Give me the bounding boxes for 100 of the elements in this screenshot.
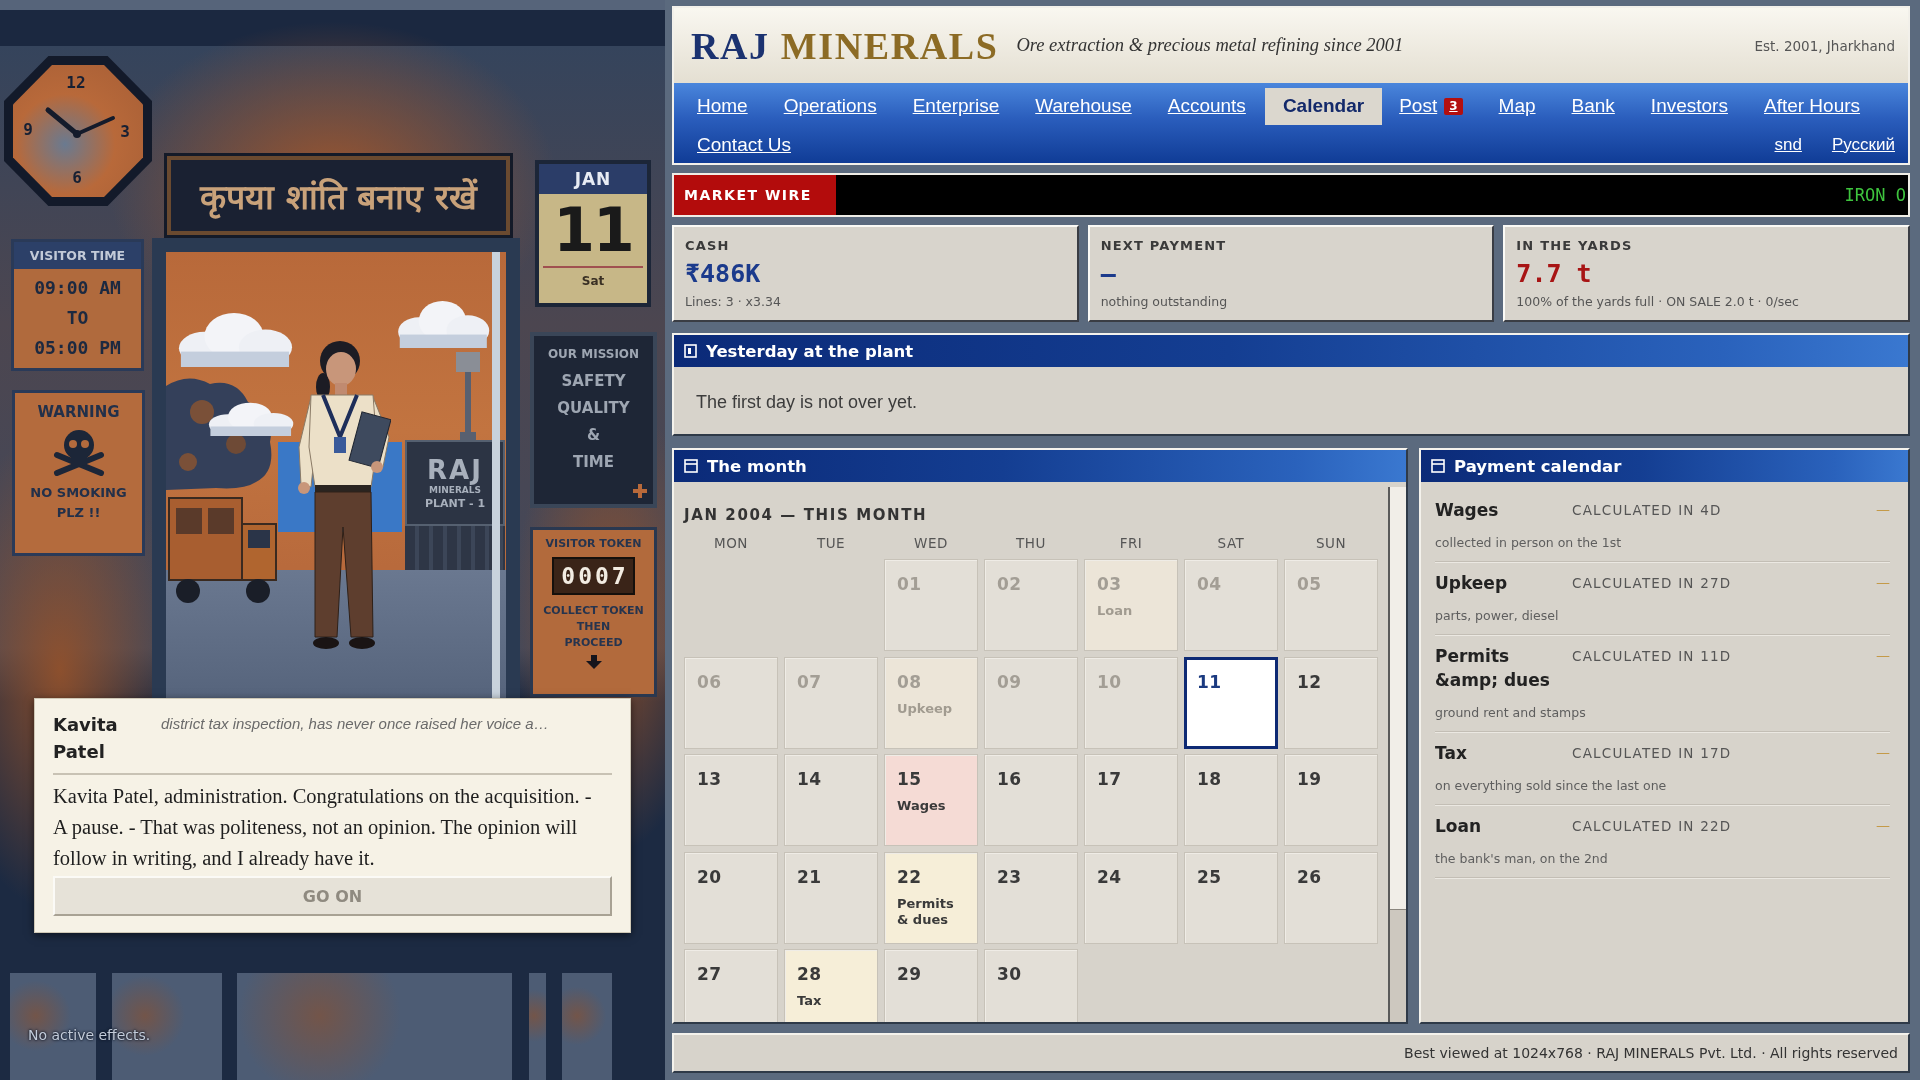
clock-numeral: 6 (72, 169, 82, 187)
payment-note: ground rent and stamps (1435, 704, 1586, 722)
payment-name: Loan (1435, 815, 1483, 838)
sign-text: & (586, 425, 601, 446)
panel-title: The month (707, 456, 807, 476)
day-number: 30 (997, 964, 1022, 984)
day-number: 08 (897, 671, 922, 692)
page-icon (684, 344, 697, 358)
clock-numeral: 12 (66, 74, 86, 92)
sign-text: TO (66, 306, 89, 330)
established-text: Est. 2001, Jharkhand (1754, 37, 1895, 54)
token-counter: 0007 (552, 557, 635, 595)
day-number: 16 (997, 769, 1022, 789)
day-number: 06 (697, 671, 722, 692)
weekday-label: SAT (1217, 534, 1245, 552)
sign-text: 09:00 AM (34, 276, 121, 300)
sign-text: 05:00 PM (34, 336, 121, 360)
sign-title: WARNING (37, 403, 120, 421)
day-number: 25 (1197, 866, 1222, 887)
speaker-name: Kavita Patel (53, 713, 119, 764)
footer-text: Best viewed at 1024x768 · RAJ MINERALS Pvt. Ltd. · All rights reserved (1404, 1045, 1898, 1061)
weekday-label: WED (914, 534, 948, 552)
stat-value: ₹486K (685, 259, 761, 289)
nav-link[interactable]: Investors (1633, 87, 1747, 125)
language-link[interactable]: Русский (1831, 134, 1895, 155)
down-arrow-icon (585, 655, 602, 669)
sign-text: PLANT - 1 (424, 495, 486, 511)
nav-link[interactable]: Warehouse (1018, 87, 1151, 125)
scrollbar-thumb[interactable] (1390, 909, 1406, 1022)
nav-link[interactable]: After Hours (1746, 87, 1880, 125)
weekday-label: SUN (1315, 534, 1347, 552)
calendar-day: 11 (553, 194, 633, 266)
panel-title: Payment calendar (1454, 456, 1622, 476)
day-number: 01 (897, 574, 922, 594)
stat-value: 7.7 t (1516, 259, 1592, 289)
calendar-month: JAN (539, 164, 647, 194)
month-heading: JAN 2004 — THIS MONTH (684, 506, 928, 524)
payment-due: CALCULATED IN 11D (1572, 647, 1732, 666)
day-number: 21 (797, 866, 822, 887)
site-title: RAJ MINERALS (691, 23, 999, 68)
sign-title: OUR MISSION (547, 346, 640, 362)
day-number: 24 (1097, 866, 1122, 887)
nav-link[interactable]: Accounts (1150, 87, 1265, 125)
stat-label: NEXT PAYMENT (1100, 237, 1227, 255)
payment-amount: — (1876, 500, 1890, 519)
event-label: Wages (897, 798, 946, 814)
payment-due: CALCULATED IN 17D (1572, 744, 1732, 763)
nav-link[interactable]: Enterprise (895, 87, 1019, 125)
weekday-label: THU (1016, 534, 1046, 552)
nav-link[interactable]: Bank (1554, 87, 1634, 125)
stat-note: nothing outstanding (1100, 294, 1228, 310)
nav-link[interactable]: Map (1481, 87, 1555, 125)
payment-note: the bank's man, on the 2nd (1435, 850, 1608, 868)
nav-tab[interactable]: Calendar (1264, 87, 1383, 125)
payment-name: Wages (1435, 499, 1500, 522)
payment-amount: — (1876, 573, 1890, 592)
day-number: 20 (697, 866, 722, 887)
scrollbar[interactable] (1388, 487, 1406, 1022)
sign-text: COLLECT TOKEN (543, 603, 644, 619)
payment-name: Tax (1435, 742, 1468, 765)
panel-title: Yesterday at the plant (706, 341, 914, 361)
clock-hands-icon (44, 106, 116, 138)
day-number: 22 (897, 866, 922, 887)
day-number: 17 (1097, 769, 1122, 789)
sign-text: PROCEED (564, 635, 623, 651)
payment-note: collected in person on the 1st (1435, 534, 1622, 552)
ticker-text: IRON O (1844, 185, 1907, 205)
count-badge: 3 (1444, 97, 1463, 115)
nav-link[interactable]: Post 3 (1382, 87, 1482, 125)
weekday-label: FRI (1119, 534, 1143, 552)
day-number: 11 (1197, 671, 1222, 692)
speaker-description: district tax inspection, has never once raised her voice a… (161, 714, 549, 732)
nav-link[interactable]: Contact Us (680, 126, 810, 163)
day-number: 29 (897, 964, 922, 984)
weekday-label: TUE (816, 534, 846, 552)
calendar-icon (684, 459, 698, 473)
day-number: 05 (1297, 574, 1322, 594)
stat-note: Lines: 3 · x3.34 (685, 294, 781, 310)
payment-note: parts, power, diesel (1435, 607, 1559, 625)
sign-text: TIME (573, 452, 614, 473)
event-label: Upkeep (897, 700, 953, 717)
language-link[interactable]: snd (1774, 134, 1802, 155)
notice-sign: कृपया शांति बनाए रखें (167, 156, 510, 235)
payment-due: CALCULATED IN 27D (1572, 574, 1732, 593)
sign-text: NO SMOKING (30, 484, 127, 502)
day-number: 26 (1297, 866, 1322, 887)
day-number: 10 (1097, 671, 1122, 692)
sign-header: VISITOR TIME (14, 242, 141, 269)
nav-link[interactable]: Home (680, 87, 767, 125)
event-label: Tax (797, 993, 822, 1009)
day-number: 07 (797, 671, 822, 692)
payment-note: on everything sold since the last one (1435, 777, 1667, 795)
payment-name: Upkeep (1435, 572, 1509, 595)
payment-amount: — (1876, 743, 1890, 762)
day-number: 14 (797, 769, 822, 789)
weekday-label: MON (714, 534, 748, 552)
plus-icon (633, 484, 647, 498)
sign-text: MINERALS (428, 484, 482, 496)
clock-numeral: 9 (23, 121, 33, 139)
nav-link[interactable]: Operations (766, 87, 896, 125)
